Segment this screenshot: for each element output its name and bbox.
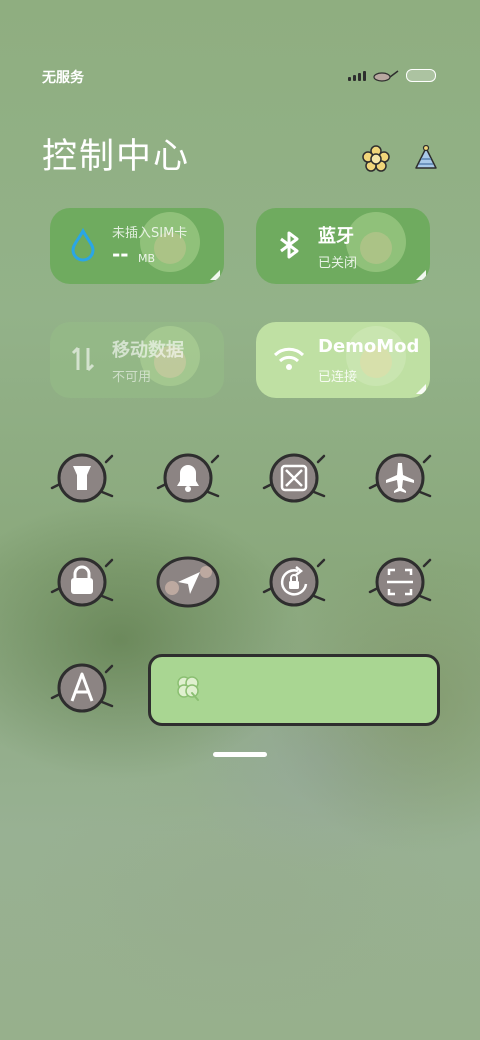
- font-icon: [50, 663, 114, 713]
- data-usage-tile[interactable]: 未插入SIM卡 -- MB: [50, 208, 224, 284]
- mobile-data-tile[interactable]: 移动数据 不可用: [50, 322, 224, 398]
- mobile-data-icon: [71, 346, 95, 372]
- data-usage-value: --: [112, 242, 129, 266]
- data-usage-title: 未插入SIM卡: [112, 226, 188, 241]
- font-toggle[interactable]: [46, 658, 118, 718]
- wifi-status: 已连接: [318, 370, 358, 385]
- sheep-decoration-icon: [140, 212, 200, 272]
- scan-icon: [368, 557, 432, 607]
- signal-icon: [348, 69, 366, 81]
- screenshot-toggle[interactable]: [258, 448, 330, 508]
- mobile-data-title: 移动数据: [112, 340, 184, 361]
- location-icon: [156, 556, 220, 608]
- page-title: 控制中心: [42, 137, 191, 177]
- flashlight-icon: [50, 453, 114, 503]
- lock-toggle[interactable]: [46, 552, 118, 612]
- bluetooth-title: 蓝牙: [318, 226, 354, 247]
- status-icons: [348, 68, 436, 82]
- sheep-decoration-icon: [346, 326, 406, 386]
- party-hat-edit-icon[interactable]: [412, 145, 440, 173]
- location-toggle[interactable]: [152, 552, 224, 612]
- wifi-icon: [273, 347, 305, 370]
- flashlight-toggle[interactable]: [46, 448, 118, 508]
- dismiss-handle[interactable]: [213, 752, 267, 757]
- tile-corner-indicator: [416, 270, 426, 280]
- wifi-tile[interactable]: DemoMod 已连接: [256, 322, 430, 398]
- scan-toggle[interactable]: [364, 552, 436, 612]
- status-bar: 无服务: [42, 64, 436, 88]
- bluetooth-tile[interactable]: 蓝牙 已关闭: [256, 208, 430, 284]
- water-drop-icon: [71, 228, 95, 262]
- flower-settings-icon[interactable]: [362, 145, 390, 173]
- battery-icon: [406, 68, 436, 82]
- airplane-icon: [368, 453, 432, 503]
- cat-sticker-icon: [373, 70, 399, 82]
- wifi-title: DemoMod: [318, 336, 420, 357]
- data-usage-unit: MB: [138, 252, 156, 265]
- clover-icon: [177, 676, 199, 701]
- bluetooth-status: 已关闭: [318, 256, 358, 271]
- screenshot-icon: [262, 453, 326, 503]
- carrier-text: 无服务: [42, 70, 84, 86]
- bell-icon: [156, 453, 220, 503]
- bluetooth-icon: [280, 231, 299, 259]
- rotation-lock-icon: [262, 557, 326, 607]
- rotation-lock-toggle[interactable]: [258, 552, 330, 612]
- mobile-data-status: 不可用: [112, 370, 152, 385]
- airplane-toggle[interactable]: [364, 448, 436, 508]
- lock-icon: [50, 557, 114, 607]
- bell-toggle[interactable]: [152, 448, 224, 508]
- tile-corner-indicator: [416, 384, 426, 394]
- tile-corner-indicator: [210, 270, 220, 280]
- brightness-slider[interactable]: [148, 654, 440, 726]
